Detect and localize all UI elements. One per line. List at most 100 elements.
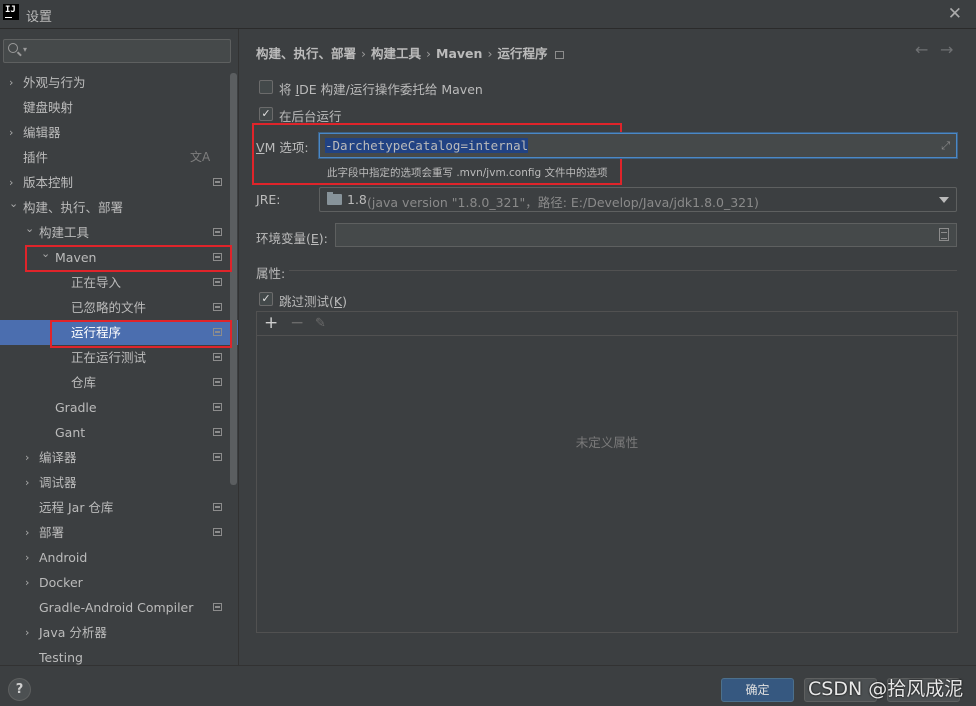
chevron-right-icon[interactable]: › xyxy=(9,70,13,95)
translate-icon: 文A xyxy=(190,150,211,164)
sidebar-item[interactable]: Gradle xyxy=(0,395,238,420)
edit-env-icon[interactable] xyxy=(939,228,949,241)
sidebar-item[interactable]: › 部署 xyxy=(0,520,238,545)
add-icon[interactable]: + xyxy=(264,312,278,334)
chevron-down-icon[interactable] xyxy=(939,197,949,203)
chevron-right-icon[interactable]: › xyxy=(25,545,29,570)
sidebar-item-label: Testing xyxy=(39,650,83,665)
background-checkbox[interactable]: ✓ xyxy=(259,107,273,121)
sidebar-item-label: 远程 Jar 仓库 xyxy=(39,500,114,515)
sidebar-item[interactable]: › 外观与行为 xyxy=(0,70,238,95)
sidebar-item[interactable]: › Android xyxy=(0,545,238,570)
project-icon xyxy=(213,178,222,186)
sidebar-item-label: 插件 xyxy=(23,150,49,165)
properties-table[interactable]: + − ✎ 未定义属性 xyxy=(256,311,958,633)
sidebar-item[interactable]: › 编辑器 xyxy=(0,120,238,145)
sidebar-item[interactable]: 仓库 xyxy=(0,370,238,395)
delegate-label-pre: 将 xyxy=(279,82,296,97)
search-icon xyxy=(8,43,18,53)
project-icon xyxy=(213,228,222,236)
project-icon xyxy=(213,428,222,436)
chevron-right-icon[interactable]: › xyxy=(25,620,29,645)
project-icon xyxy=(213,528,222,536)
project-icon xyxy=(213,303,222,311)
expand-icon[interactable]: ⤢ xyxy=(941,139,950,153)
breadcrumb-item: 运行程序 xyxy=(497,46,548,61)
sidebar-item[interactable]: 正在导入 xyxy=(0,270,238,295)
sidebar-item[interactable]: › Docker xyxy=(0,570,238,595)
sidebar-item-label: 外观与行为 xyxy=(23,75,86,90)
jre-label: JRE: xyxy=(256,192,280,207)
sidebar-item[interactable]: › 版本控制 xyxy=(0,170,238,195)
background-label[interactable]: 在后台运行 xyxy=(279,106,342,125)
maven-highlight-box xyxy=(25,245,232,272)
chevron-right-icon[interactable]: › xyxy=(9,120,13,145)
breadcrumb-item: 构建工具 xyxy=(371,46,422,61)
vm-options-input[interactable]: -DarchetypeCatalog=internal ⤢ xyxy=(319,133,957,158)
ok-button[interactable]: 确定 xyxy=(721,678,794,702)
delegate-label-post: DE 构建/运行操作委托给 Maven xyxy=(299,82,483,97)
sidebar-item[interactable]: ⌄ 构建工具 xyxy=(0,220,238,245)
delegate-checkbox[interactable] xyxy=(259,80,273,94)
env-label: 环境变量(E): xyxy=(256,228,328,247)
chevron-right-icon[interactable]: › xyxy=(25,570,29,595)
intellij-logo-icon: IJ xyxy=(3,4,19,20)
sidebar-scrollbar[interactable] xyxy=(230,73,237,485)
jre-label-post: RE: xyxy=(259,192,281,207)
sidebar-item-label: 已忽略的文件 xyxy=(71,300,147,315)
sidebar-item-label: 正在运行测试 xyxy=(71,350,147,365)
properties-empty-text: 未定义属性 xyxy=(575,435,639,450)
sidebar-item[interactable]: Gant xyxy=(0,420,238,445)
skip-tests-label[interactable]: 跳过测试(K) xyxy=(279,291,347,310)
project-icon xyxy=(213,603,222,611)
sidebar-item[interactable]: 键盘映射 xyxy=(0,95,238,120)
sidebar-item-label: Gradle-Android Compiler xyxy=(39,600,194,615)
window-title: 设置 xyxy=(26,10,53,25)
properties-toolbar: + − ✎ xyxy=(257,312,957,336)
close-icon[interactable]: ✕ xyxy=(948,4,962,24)
sidebar-item[interactable]: › 编译器 xyxy=(0,445,238,470)
chevron-right-icon[interactable]: › xyxy=(25,520,29,545)
sidebar-item[interactable]: › Java 分析器 xyxy=(0,620,238,645)
settings-tree: › 外观与行为 键盘映射 › 编辑器 插件 文A › 版本控制 ⌄ 构建、执行、部署 ⌄ 构建工具 ⌄ Ma… xyxy=(0,70,238,665)
breadcrumb-item: Maven xyxy=(436,46,483,61)
sidebar-item[interactable]: Testing xyxy=(0,645,238,665)
chevron-right-icon[interactable]: › xyxy=(25,445,29,470)
properties-divider xyxy=(289,270,957,271)
remove-icon[interactable]: − xyxy=(290,312,304,334)
sidebar-item-label: 编辑器 xyxy=(23,125,61,140)
sidebar-item-label: Docker xyxy=(39,575,83,590)
project-icon xyxy=(213,278,222,286)
help-button[interactable]: ? xyxy=(8,678,31,701)
title-bar: IJ 设置 ✕ xyxy=(0,0,976,29)
breadcrumb-item: 构建、执行、部署 xyxy=(256,46,357,61)
runner-highlight-box xyxy=(50,320,232,348)
sidebar-item[interactable]: 已忽略的文件 xyxy=(0,295,238,320)
forward-arrow-icon[interactable]: → xyxy=(940,40,953,59)
env-label-pre: 环境变量( xyxy=(256,231,311,246)
edit-icon[interactable]: ✎ xyxy=(315,314,326,334)
sidebar-item[interactable]: Gradle-Android Compiler xyxy=(0,595,238,620)
sidebar-item-label: 编译器 xyxy=(39,450,77,465)
chevron-right-icon[interactable]: › xyxy=(25,470,29,495)
sidebar-item[interactable]: › 调试器 xyxy=(0,470,238,495)
chevron-down-icon[interactable]: ⌄ xyxy=(25,216,34,241)
search-history-icon[interactable]: ▾ xyxy=(23,45,27,54)
sidebar-item[interactable]: ⌄ 构建、执行、部署 xyxy=(0,195,238,220)
project-icon xyxy=(213,453,222,461)
skip-tests-label-post: ) xyxy=(342,294,347,309)
back-arrow-icon[interactable]: ← xyxy=(915,40,928,59)
skip-tests-checkbox[interactable]: ✓ xyxy=(259,292,273,306)
sidebar-item[interactable]: 远程 Jar 仓库 xyxy=(0,495,238,520)
sidebar-item[interactable]: 正在运行测试 xyxy=(0,345,238,370)
sidebar-item-label: 键盘映射 xyxy=(23,100,74,115)
delegate-label[interactable]: 将 IDE 构建/运行操作委托给 Maven xyxy=(279,79,483,98)
jre-select[interactable]: 1.8 (java version "1.8.0_321"，路径: E:/Dev… xyxy=(319,187,957,212)
project-icon xyxy=(213,503,222,511)
env-vars-input[interactable] xyxy=(335,223,957,247)
chevron-down-icon[interactable]: ⌄ xyxy=(9,191,18,216)
skip-tests-mnemonic: K xyxy=(333,294,343,309)
sidebar-item[interactable]: 插件 文A xyxy=(0,145,238,170)
search-input[interactable]: ▾ xyxy=(3,39,231,63)
sidebar-item-label: 正在导入 xyxy=(71,275,122,290)
